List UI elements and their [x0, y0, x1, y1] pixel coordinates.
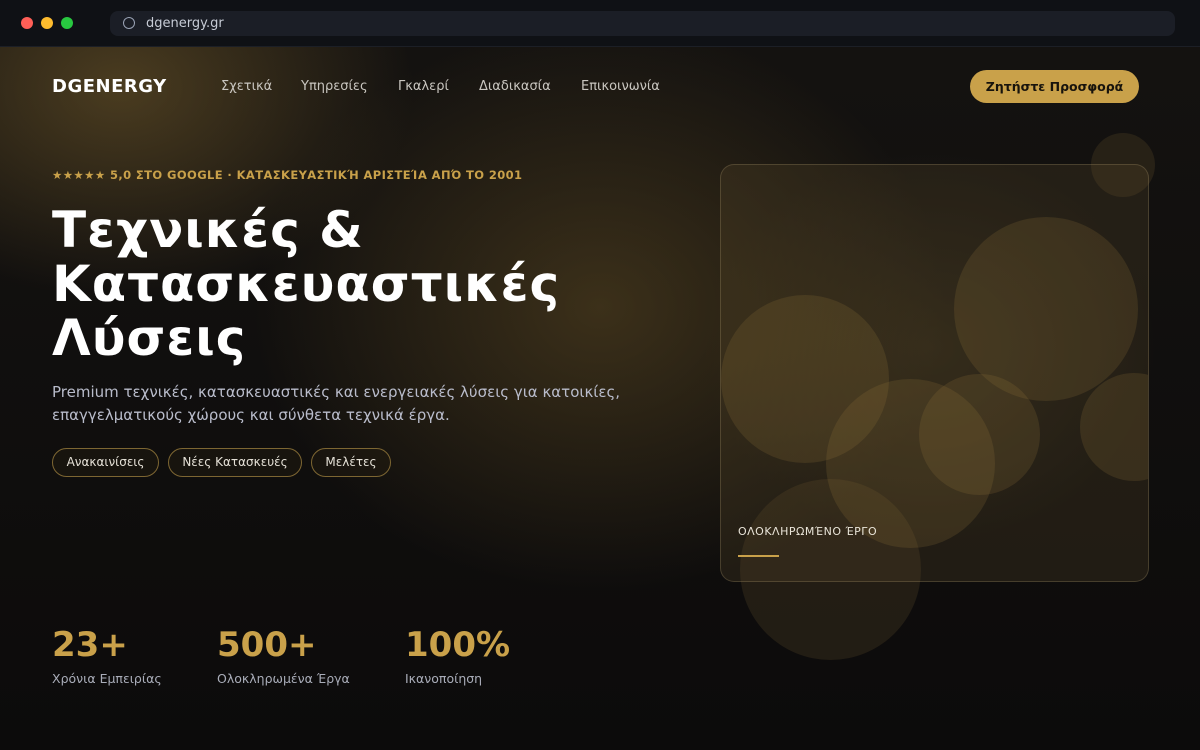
- stat-label: Ολοκληρωμένα Έργα: [217, 671, 350, 686]
- browser-chrome: dgenergy.gr: [0, 0, 1200, 47]
- hero-description: Premium τεχνικές, κατασκευαστικές και εν…: [52, 383, 621, 424]
- rating-eyebrow: ★★★★★ 5,0 ΣΤΟ GOOGLE · ΚΑΤΑΣΚΕΥΑΣΤΙΚΉ ΑΡ…: [52, 168, 523, 182]
- url-text: dgenergy.gr: [146, 16, 224, 31]
- request-quote-button[interactable]: Ζητήστε Προσφορά: [970, 70, 1139, 103]
- nav-item-gallery[interactable]: Γκαλερί: [398, 79, 449, 94]
- tag-new-constructions[interactable]: Νέες Κατασκευές: [168, 448, 302, 477]
- headline-line-3: Λύσεις: [52, 309, 247, 367]
- nav-item-services[interactable]: Υπηρεσίες: [301, 79, 368, 94]
- stat-satisfaction: 100% Ικανοποίηση: [405, 625, 510, 686]
- decorative-bubble: [919, 374, 1040, 495]
- stat-value: 500+: [217, 625, 317, 665]
- headline-line-1: Τεχνικές &: [52, 201, 364, 259]
- nav-item-contact[interactable]: Επικοινωνία: [581, 79, 660, 94]
- tag-studies[interactable]: Μελέτες: [311, 448, 391, 477]
- nav-item-process[interactable]: Διαδικασία: [479, 79, 551, 94]
- stat-label: Ικανοποίηση: [405, 671, 483, 686]
- project-label: ΟΛΟΚΛΗΡΩΜΈΝΟ ΈΡΓΟ: [738, 525, 878, 538]
- stat-label: Χρόνια Εμπειρίας: [52, 671, 162, 686]
- stat-projects: 500+ Ολοκληρωμένα Έργα: [217, 625, 350, 686]
- site-logo[interactable]: DGENERGY: [52, 76, 167, 97]
- tag-renovations[interactable]: Ανακαινίσεις: [52, 448, 159, 477]
- maximize-window-icon[interactable]: [61, 17, 73, 29]
- hero-headline: Τεχνικές & Κατασκευαστικές Λύσεις: [52, 203, 672, 365]
- accent-rule: [738, 555, 779, 557]
- stat-value: 100%: [405, 625, 511, 665]
- minimize-window-icon[interactable]: [41, 17, 53, 29]
- stat-value: 23+: [52, 625, 128, 665]
- site-info-icon: [123, 17, 135, 29]
- project-showcase-card[interactable]: ΟΛΟΚΛΗΡΩΜΈΝΟ ΈΡΓΟ: [720, 164, 1149, 582]
- close-window-icon[interactable]: [21, 17, 33, 29]
- stat-years: 23+ Χρόνια Εμπειρίας: [52, 625, 162, 686]
- nav-item-about[interactable]: Σχετικά: [221, 79, 272, 94]
- page: DGENERGY Σχετικά Υπηρεσίες Γκαλερί Διαδι…: [0, 47, 1200, 750]
- headline-line-2: Κατασκευαστικές: [52, 255, 561, 313]
- address-bar[interactable]: dgenergy.gr: [110, 11, 1175, 36]
